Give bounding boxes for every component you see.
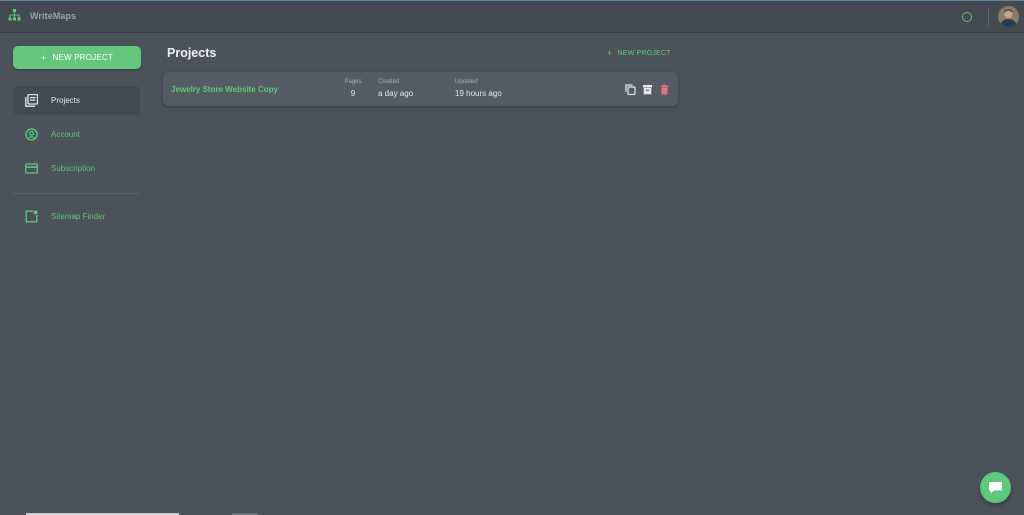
project-card[interactable]: Jewelry Store Website Copy Pages 9 Creat… bbox=[163, 72, 678, 106]
created-value: a day ago bbox=[378, 89, 414, 98]
chat-button[interactable] bbox=[980, 472, 1011, 503]
sitemap-finder-icon bbox=[25, 210, 38, 223]
updated-value: 19 hours ago bbox=[455, 89, 502, 98]
updated-column: Updated 19 hours ago bbox=[455, 79, 502, 98]
header-divider bbox=[988, 7, 989, 27]
top-bar: WriteMaps bbox=[0, 0, 1024, 33]
new-project-link-label: NEW PROJECT bbox=[617, 49, 671, 57]
page-title: Projects bbox=[167, 46, 217, 60]
new-project-link[interactable]: + NEW PROJECT bbox=[607, 48, 671, 58]
sidebar-item-label: Sitemap Finder bbox=[51, 212, 106, 221]
chat-bubble-icon bbox=[989, 482, 1002, 494]
status-indicator-icon bbox=[962, 12, 972, 22]
brand[interactable]: WriteMaps bbox=[8, 9, 76, 22]
sidebar-item-label: Subscription bbox=[51, 164, 96, 173]
sidebar-item-label: Account bbox=[51, 130, 80, 139]
created-label: Created bbox=[378, 79, 400, 85]
sidebar-item-sitemap-finder[interactable]: Sitemap Finder bbox=[13, 202, 140, 231]
projects-icon bbox=[25, 94, 38, 107]
delete-icon[interactable] bbox=[659, 84, 670, 95]
plus-icon: + bbox=[41, 52, 47, 63]
copy-icon[interactable] bbox=[625, 84, 636, 95]
sidebar-divider bbox=[13, 193, 140, 194]
avatar[interactable] bbox=[998, 6, 1019, 27]
project-name[interactable]: Jewelry Store Website Copy bbox=[171, 85, 278, 94]
sitemap-logo-icon bbox=[8, 9, 21, 21]
plus-icon: + bbox=[607, 48, 613, 58]
account-icon bbox=[25, 128, 38, 141]
sidebar-item-subscription[interactable]: Subscription bbox=[13, 154, 140, 183]
pages-column: Pages 9 bbox=[344, 79, 362, 98]
project-actions bbox=[625, 84, 670, 95]
sidebar-item-account[interactable]: Account bbox=[13, 120, 140, 149]
sidebar-item-projects[interactable]: Projects bbox=[13, 86, 140, 115]
subscription-icon bbox=[25, 163, 38, 174]
created-column: Created a day ago bbox=[378, 79, 413, 98]
new-project-label: NEW PROJECT bbox=[52, 53, 113, 62]
sidebar: + NEW PROJECT Projects Account Subscript… bbox=[0, 33, 150, 515]
user-avatar-icon bbox=[998, 6, 1019, 27]
sidebar-item-label: Projects bbox=[51, 96, 80, 105]
updated-label: Updated bbox=[455, 79, 478, 85]
new-project-button[interactable]: + NEW PROJECT bbox=[13, 46, 141, 69]
pages-value: 9 bbox=[350, 89, 356, 98]
archive-icon[interactable] bbox=[642, 84, 653, 95]
pages-label: Pages bbox=[344, 79, 362, 85]
app-title: WriteMaps bbox=[30, 10, 77, 21]
